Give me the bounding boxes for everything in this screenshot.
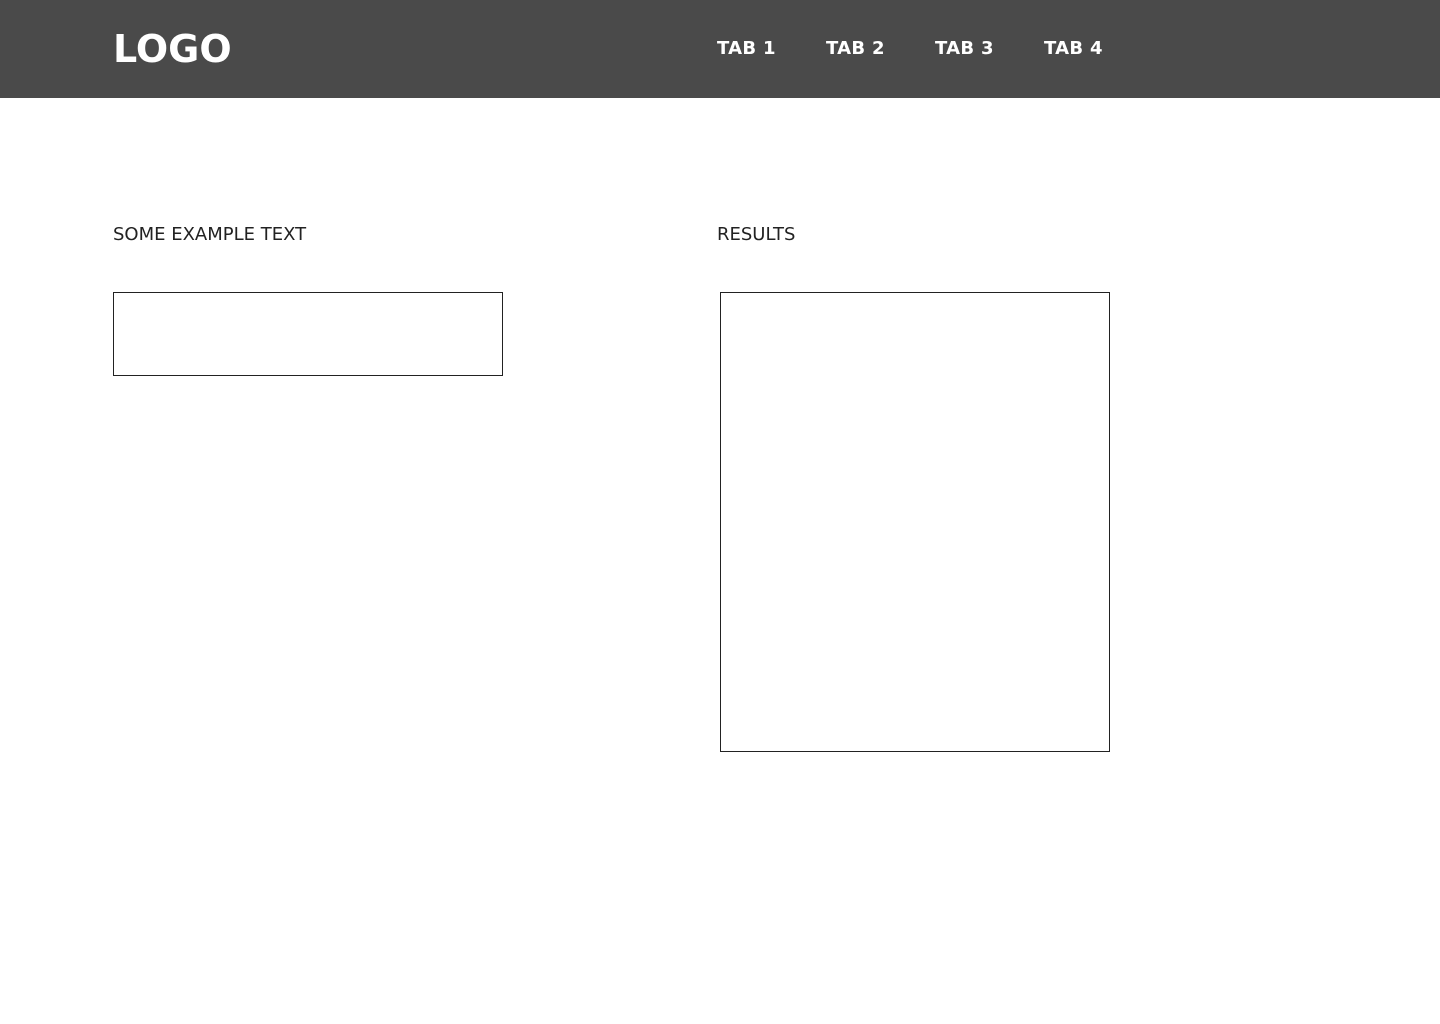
header-bar: LOGO TAB 1 TAB 2 TAB 3 TAB 4 <box>0 0 1440 98</box>
tab-1[interactable]: TAB 1 <box>717 37 776 61</box>
results-label: RESULTS <box>717 224 796 245</box>
example-text-label: SOME EXAMPLE TEXT <box>113 224 307 245</box>
tab-2[interactable]: TAB 2 <box>826 37 885 61</box>
page: LOGO TAB 1 TAB 2 TAB 3 TAB 4 SOME EXAMPL… <box>0 0 1440 1024</box>
tab-4[interactable]: TAB 4 <box>1044 37 1103 61</box>
tab-3[interactable]: TAB 3 <box>935 37 994 61</box>
logo[interactable]: LOGO <box>113 27 232 71</box>
example-input-box[interactable] <box>113 292 503 376</box>
results-box <box>720 292 1110 752</box>
